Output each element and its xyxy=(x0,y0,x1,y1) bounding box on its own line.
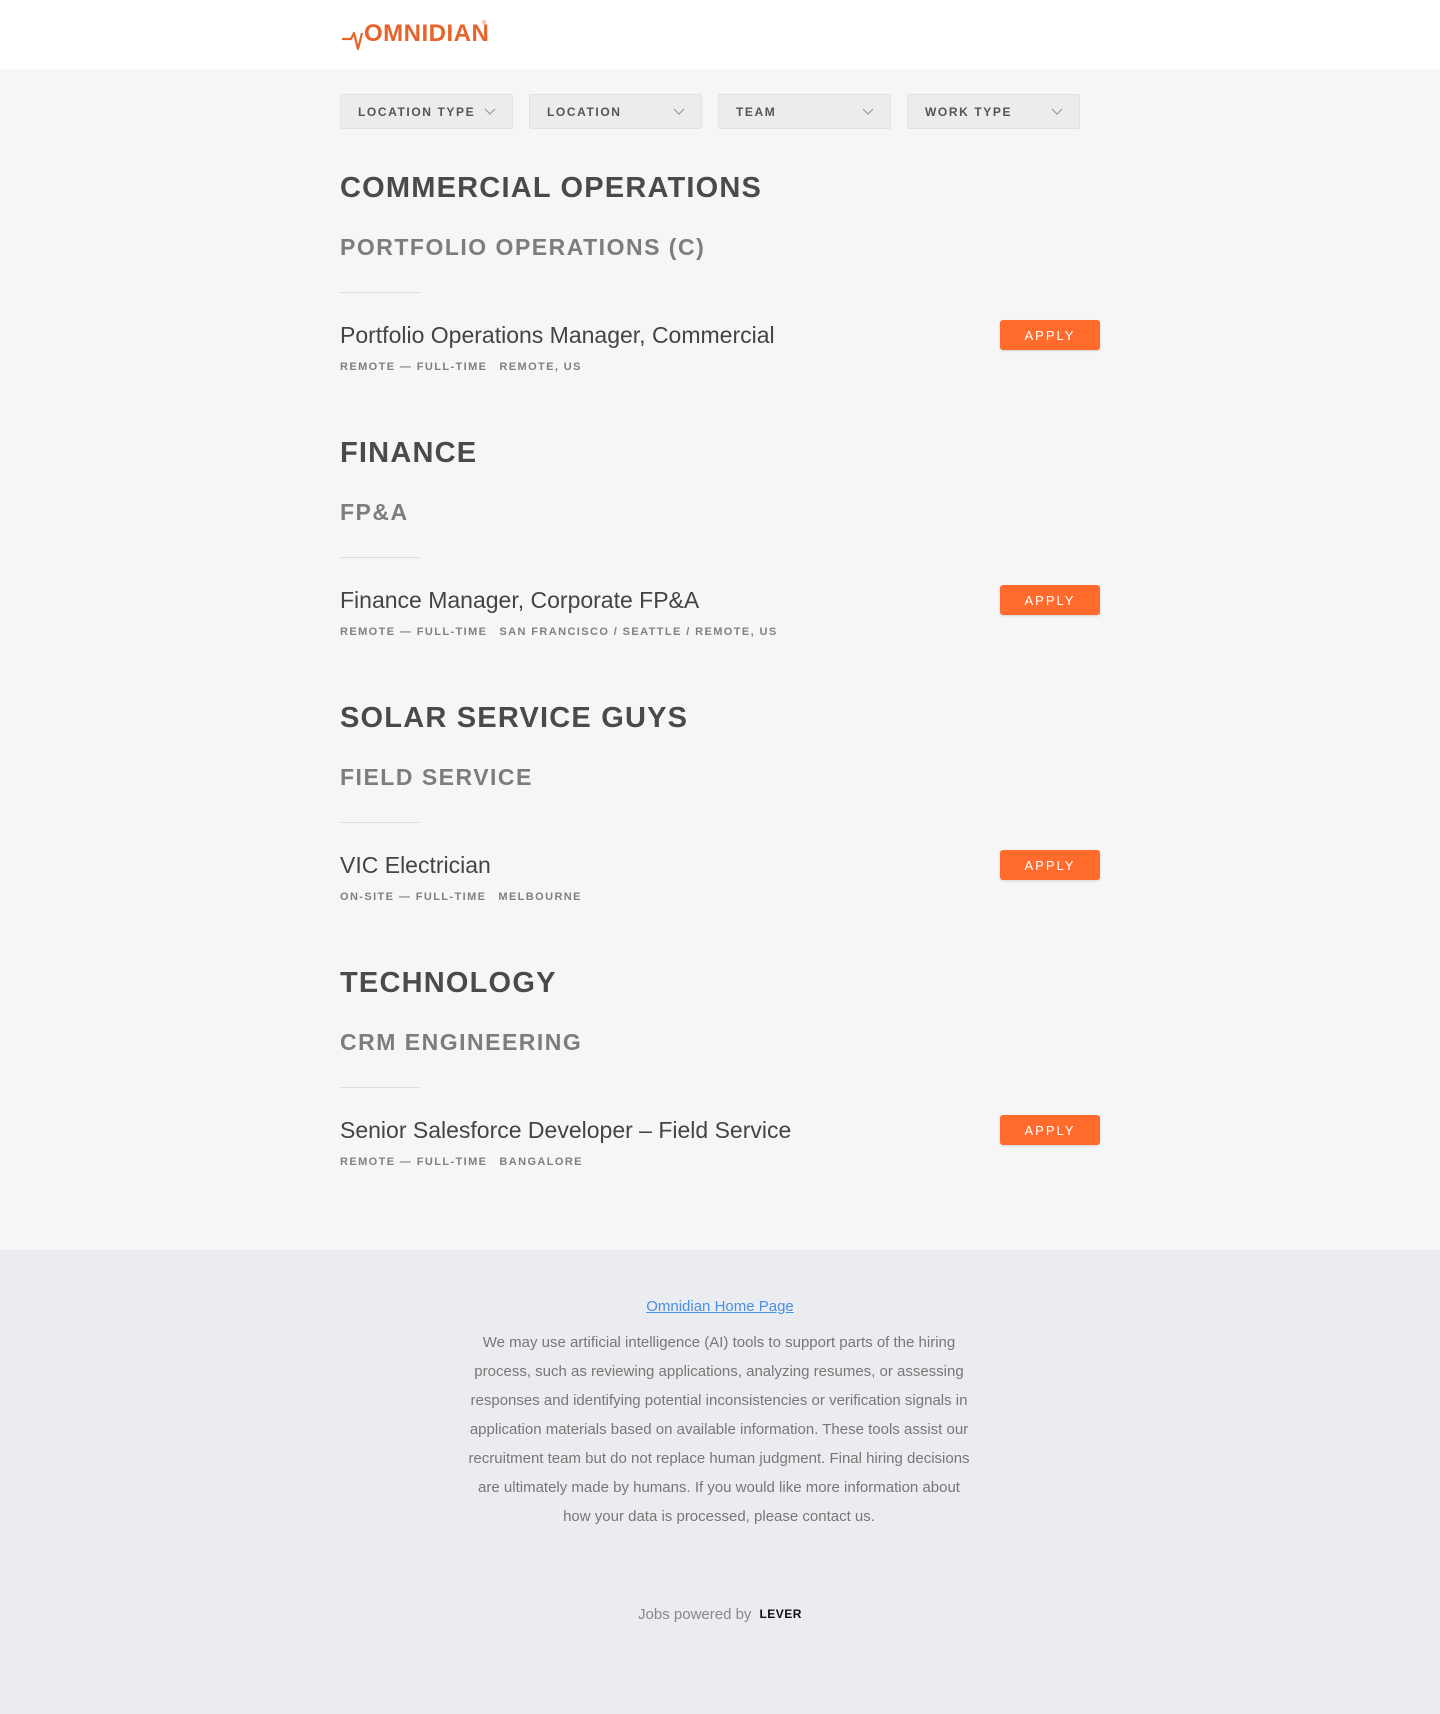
apply-button[interactable]: APPLY xyxy=(1000,1115,1100,1145)
omnidian-logo[interactable]: OMNIDIAN ® xyxy=(340,17,490,53)
job-meta: ON-SITE — FULL-TIME MELBOURNE xyxy=(340,891,582,903)
svg-text:®: ® xyxy=(482,20,487,27)
site-footer: Omnidian Home Page We may use artificial… xyxy=(0,1250,1440,1714)
filter-location[interactable]: LOCATION xyxy=(529,94,702,129)
divider xyxy=(340,1087,420,1088)
department-section: FINANCE FP&A Finance Manager, Corporate … xyxy=(340,437,1100,657)
powered-by-text: Jobs powered by xyxy=(638,1606,752,1623)
department-title: SOLAR SERVICE GUYS xyxy=(340,702,689,734)
divider xyxy=(340,557,420,558)
filter-bar: LOCATION TYPE LOCATION TEAM WORK TYPE xyxy=(340,94,1080,129)
department-section: TECHNOLOGY CRM ENGINEERING Senior Salesf… xyxy=(340,967,1100,1187)
apply-button[interactable]: APPLY xyxy=(1000,320,1100,350)
department-section: SOLAR SERVICE GUYS FIELD SERVICE VIC Ele… xyxy=(340,702,1100,922)
team-title: PORTFOLIO OPERATIONS (C) xyxy=(340,234,706,260)
filter-label: WORK TYPE xyxy=(925,104,1013,119)
job-work-type: ON-SITE — FULL-TIME xyxy=(340,891,487,903)
filter-location-type[interactable]: LOCATION TYPE xyxy=(340,94,513,129)
powered-by: Jobs powered by LEVER xyxy=(0,1606,1440,1623)
job-meta: REMOTE — FULL-TIME BANGALORE xyxy=(340,1156,583,1168)
job-work-type: REMOTE — FULL-TIME xyxy=(340,1156,488,1168)
job-meta: REMOTE — FULL-TIME REMOTE, US xyxy=(340,361,582,373)
department-section: COMMERCIAL OPERATIONS PORTFOLIO OPERATIO… xyxy=(340,172,1100,392)
chevron-down-icon xyxy=(862,108,874,115)
chevron-down-icon xyxy=(484,108,496,115)
job-title-link[interactable]: Portfolio Operations Manager, Commercial xyxy=(340,322,775,349)
divider xyxy=(340,292,420,293)
job-location: SAN FRANCISCO / SEATTLE / REMOTE, US xyxy=(499,626,778,638)
team-title: CRM ENGINEERING xyxy=(340,1029,583,1055)
team-title: FP&A xyxy=(340,499,409,525)
job-work-type: REMOTE — FULL-TIME xyxy=(340,626,488,638)
chevron-down-icon xyxy=(673,108,685,115)
divider xyxy=(340,822,420,823)
job-title-link[interactable]: VIC Electrician xyxy=(340,852,491,879)
filter-label: LOCATION xyxy=(547,104,622,119)
job-listings: LOCATION TYPE LOCATION TEAM WORK TYPE CO… xyxy=(0,69,1440,1250)
job-meta: REMOTE — FULL-TIME SAN FRANCISCO / SEATTL… xyxy=(340,626,778,638)
filter-team[interactable]: TEAM xyxy=(718,94,891,129)
filter-label: TEAM xyxy=(736,104,777,119)
job-location: BANGALORE xyxy=(499,1156,583,1168)
chevron-down-icon xyxy=(1051,108,1063,115)
team-title: FIELD SERVICE xyxy=(340,764,533,790)
home-link-container: Omnidian Home Page xyxy=(0,1298,1440,1315)
job-title-link[interactable]: Senior Salesforce Developer – Field Serv… xyxy=(340,1117,791,1144)
apply-button[interactable]: APPLY xyxy=(1000,585,1100,615)
home-page-link[interactable]: Omnidian Home Page xyxy=(646,1298,794,1315)
svg-text:OMNIDIAN: OMNIDIAN xyxy=(364,20,489,47)
department-title: TECHNOLOGY xyxy=(340,967,557,999)
job-work-type: REMOTE — FULL-TIME xyxy=(340,361,488,373)
job-location: REMOTE, US xyxy=(499,361,582,373)
job-location: MELBOURNE xyxy=(498,891,582,903)
site-header: OMNIDIAN ® xyxy=(0,0,1440,69)
filter-label: LOCATION TYPE xyxy=(358,104,476,119)
department-title: COMMERCIAL OPERATIONS xyxy=(340,172,763,204)
department-title: FINANCE xyxy=(340,437,478,469)
apply-button[interactable]: APPLY xyxy=(1000,850,1100,880)
filter-work-type[interactable]: WORK TYPE xyxy=(907,94,1080,129)
job-title-link[interactable]: Finance Manager, Corporate FP&A xyxy=(340,587,699,614)
ai-disclaimer: We may use artificial intelligence (AI) … xyxy=(468,1334,970,1525)
lever-logo[interactable]: LEVER xyxy=(759,1607,802,1621)
